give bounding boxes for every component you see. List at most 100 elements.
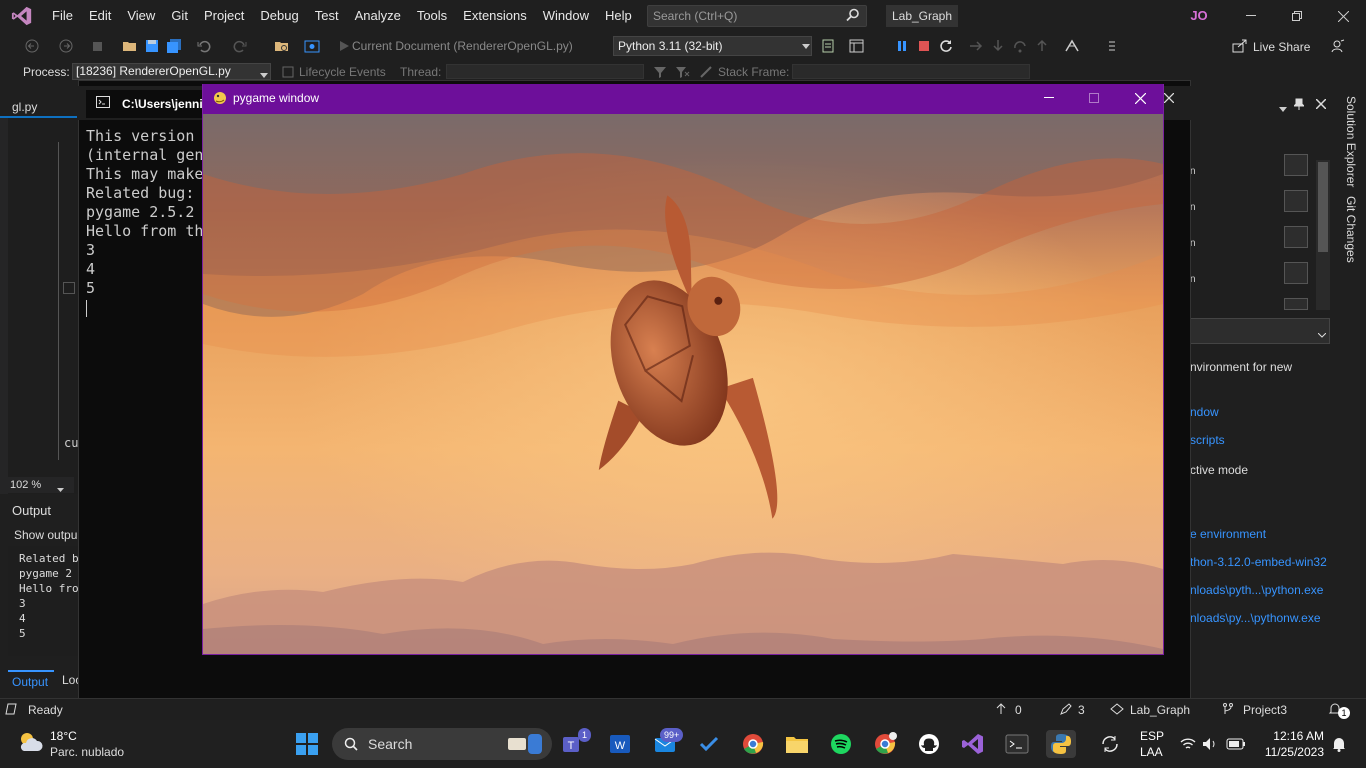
tab-solution-explorer[interactable]: Solution Explorer [1344,96,1358,187]
github-icon[interactable] [914,730,944,758]
maximize-icon[interactable] [1071,84,1117,112]
restore-icon[interactable] [1274,0,1320,32]
embed-path-link[interactable]: thon-3.12.0-embed-win32 [1190,555,1327,569]
word-icon[interactable]: W [605,730,635,758]
chrome-icon[interactable] [738,730,768,758]
hot-reload-icon[interactable] [1064,38,1080,54]
live-share-icon[interactable] [1232,38,1248,54]
pin-icon[interactable] [1292,98,1306,113]
step-out-icon[interactable] [1034,38,1050,54]
close-icon[interactable] [1320,0,1366,32]
stack-frame-select[interactable] [792,64,1030,79]
tab-locals[interactable]: Loc [58,670,78,687]
battery-icon[interactable] [1226,737,1246,754]
restart-icon[interactable] [938,38,954,54]
weather-description[interactable]: Parc. nublado [50,745,124,759]
chrome-profile-icon[interactable] [870,730,900,758]
startup-item-dropdown[interactable]: Current Document (RendererOpenGL.py) [352,37,573,55]
errors-count[interactable]: 0 [1015,703,1022,717]
notification-bell-icon[interactable] [1332,736,1346,755]
menu-file[interactable]: File [44,0,81,32]
stop-icon[interactable] [916,38,932,54]
menu-edit[interactable]: Edit [81,0,119,32]
filter-icon[interactable] [654,66,666,81]
clock-date[interactable]: 11/25/2023 [1260,745,1324,759]
wifi-icon[interactable] [1180,737,1196,754]
volume-icon[interactable] [1202,737,1218,754]
save-all-icon[interactable] [166,38,182,54]
open-folder-icon[interactable] [122,38,138,54]
redo-icon[interactable] [232,38,248,54]
pause-icon[interactable] [894,38,910,54]
pencil-icon[interactable] [1060,703,1072,718]
stack-frame-icon[interactable] [700,66,712,81]
repository-name[interactable]: Lab_Graph [1130,703,1190,717]
environment-view-select[interactable] [1190,318,1330,344]
python-environment-select[interactable]: Python 3.11 (32-bit) [613,36,812,56]
live-share-button[interactable]: Live Share [1253,40,1310,54]
menu-project[interactable]: Project [196,0,252,32]
weather-icon[interactable] [16,729,44,758]
menu-analyze[interactable]: Analyze [347,0,409,32]
menu-debug[interactable]: Debug [252,0,306,32]
menu-view[interactable]: View [119,0,163,32]
lifecycle-icon[interactable] [282,66,294,81]
repository-icon[interactable] [1110,703,1124,718]
menu-tools[interactable]: Tools [409,0,455,32]
back-icon[interactable] [24,38,40,54]
environment-link[interactable]: e environment [1190,527,1266,541]
environment-list-icon[interactable] [1284,154,1308,176]
code-editor[interactable]: cu [0,118,78,494]
console-output[interactable]: This version (internal gen This may make… [86,127,206,327]
pygame-render-canvas[interactable] [203,114,1163,654]
menu-git[interactable]: Git [163,0,196,32]
show-next-statement-icon[interactable] [968,38,984,54]
lifecycle-events-dropdown[interactable]: Lifecycle Events [299,65,386,79]
process-select[interactable]: [18236] RendererOpenGL.py [72,63,271,80]
environment-list-icon[interactable] [1284,298,1308,310]
start-debugging-icon[interactable] [336,38,352,54]
pythonw-exe-link[interactable]: nloads\py...\pythonw.exe [1190,611,1321,625]
keyboard-layout-indicator[interactable]: LAA [1140,745,1163,759]
python-icon[interactable] [1046,730,1076,758]
find-in-files-icon[interactable] [274,38,290,54]
windows-start-icon[interactable] [292,730,322,758]
file-explorer-icon[interactable] [782,730,812,758]
tab-output[interactable]: Output [8,670,54,690]
weather-temperature[interactable]: 18°C [50,729,77,743]
toolbar-overflow-icon[interactable] [1104,38,1120,54]
python-exe-link[interactable]: nloads\pyth...\python.exe [1190,583,1323,597]
layout-icon[interactable] [849,38,865,54]
editor-tab[interactable]: gl.py [0,96,77,118]
changes-count[interactable]: 3 [1078,703,1085,717]
scrollbar-thumb[interactable] [1318,162,1328,252]
minimize-icon[interactable] [1228,0,1274,32]
close-icon[interactable] [1315,98,1327,112]
new-project-icon[interactable] [90,38,106,54]
zoom-level-select[interactable]: 102 % [8,477,74,493]
spotify-icon[interactable] [826,730,856,758]
pygame-titlebar[interactable] [203,84,1163,114]
forward-icon[interactable] [58,38,74,54]
thread-select[interactable] [446,64,644,79]
terminal-icon[interactable] [1002,730,1032,758]
search-icon[interactable] [846,8,860,25]
feedback-icon[interactable] [1330,38,1346,54]
sync-icon[interactable] [1100,735,1120,756]
open-window-link[interactable]: ndow [1190,405,1219,419]
filter-clear-icon[interactable] [676,66,690,81]
solution-name-badge[interactable]: Lab_Graph [886,5,958,27]
scrollbar[interactable] [1316,160,1330,310]
search-highlight-icon[interactable] [506,732,546,759]
save-icon[interactable] [144,38,160,54]
environment-list-icon[interactable] [1284,262,1308,284]
todo-icon[interactable] [694,730,724,758]
collapse-toggle[interactable] [63,282,75,294]
chevron-down-icon[interactable] [1279,102,1287,116]
output-text[interactable]: Related b pygame 2 Hello fro 3 4 5 [8,546,78,656]
branch-icon[interactable] [1222,703,1234,718]
environment-icon[interactable] [820,38,836,54]
arrow-up-icon[interactable] [996,703,1006,718]
menu-help[interactable]: Help [597,0,640,32]
clock-time[interactable]: 12:16 AM [1268,729,1324,743]
